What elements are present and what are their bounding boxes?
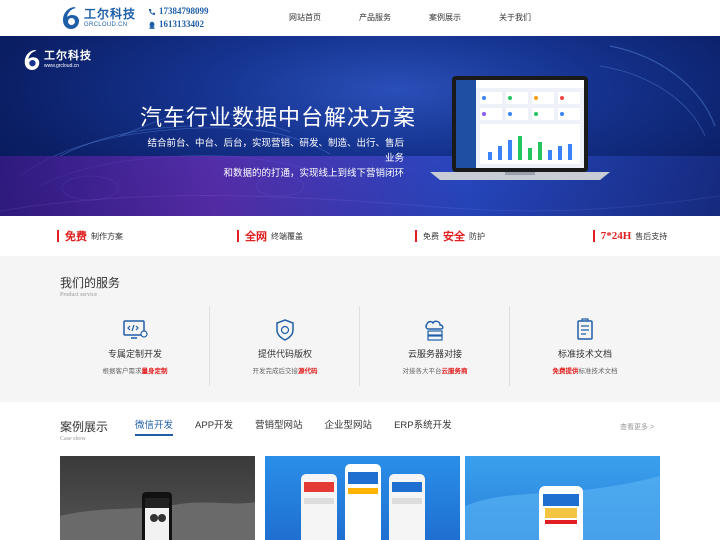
hero-banner[interactable]: 工尔科技 www.grcloud.cn 汽车行业数据中台解决方案 结合前台、中台… [0, 36, 720, 216]
top-header: 工尔科技 GRCLOUD.CN 17384798099 1613133402 网… [0, 0, 720, 36]
contact-phones: 17384798099 1613133402 [148, 5, 209, 31]
service-desc-highlight: 量身定制 [141, 368, 168, 375]
cases-tabs: 微信开发 APP开发 营销型网站 企业型网站 ERP系统开发 [135, 420, 474, 438]
service-desc-highlight: 云服务商 [441, 368, 468, 375]
logo-name: 工尔科技 [84, 7, 137, 21]
service-name: 标准技术文档 [557, 349, 612, 359]
feature-strip: 免费 制作方案 全网 终端覆盖 免费 安全 防护 7*24H 售后支持 [0, 216, 720, 256]
cases-subtitle: Case show [60, 436, 86, 442]
cases-section: 案例展示 Case show 微信开发 APP开发 营销型网站 企业型网站 ER… [0, 402, 720, 540]
main-nav: 网站首页 产品服务 案例展示 关于我们 [270, 0, 550, 36]
shield-copyright-icon [276, 319, 294, 341]
service-desc-text: 标准技术文档 [578, 368, 618, 375]
service-desc: 对接各大平台云服务商 [360, 365, 510, 375]
feature-free-plan: 免费 制作方案 [0, 216, 180, 256]
feature-text: 防护 [469, 231, 485, 241]
banner-logo-mark-icon [24, 50, 40, 70]
tab-marketing-site[interactable]: 营销型网站 [255, 420, 303, 438]
services-section: 我们的服务 Product service 专属定制开发 根据客户需求量身定制 … [0, 256, 720, 402]
banner-logo-name: 工尔科技 [44, 50, 92, 62]
laptop-dashboard-image [430, 76, 610, 180]
case-image-promo [465, 476, 660, 540]
case-image-phone [60, 492, 255, 540]
service-item-docs[interactable]: 标准技术文档 免费提供标准技术文档 [510, 306, 660, 386]
phone-number-1[interactable]: 17384798099 [159, 5, 209, 18]
service-item-cloud[interactable]: 云服务器对接 对接各大平台云服务商 [360, 306, 510, 386]
code-monitor-icon [123, 320, 148, 339]
banner-logo: 工尔科技 www.grcloud.cn [22, 48, 92, 72]
nav-about[interactable]: 关于我们 [480, 0, 550, 36]
feature-bar [415, 230, 417, 242]
feature-bar [237, 230, 239, 242]
feature-text: 制作方案 [91, 231, 123, 241]
service-desc-text: 对接各大平台 [402, 368, 442, 375]
service-name: 云服务器对接 [407, 349, 462, 359]
service-item-source-code[interactable]: 提供代码版权 开发完成后交接源代码 [210, 306, 360, 386]
services-title: 我们的服务 [60, 276, 121, 290]
feature-highlight: 7*24H [600, 230, 632, 242]
feature-bar [57, 230, 59, 242]
service-desc-text: 开发完成后交接 [252, 368, 299, 375]
feature-network: 全网 终端覆盖 [180, 216, 360, 256]
qq-icon [149, 21, 155, 29]
feature-support: 7*24H 售后支持 [540, 216, 720, 256]
nav-products[interactable]: 产品服务 [340, 0, 410, 36]
services-list: 专属定制开发 根据客户需求量身定制 提供代码版权 开发完成后交接源代码 云服务器… [60, 306, 660, 386]
feature-text: 售后支持 [635, 231, 668, 241]
service-desc: 根据客户需求量身定制 [60, 365, 210, 375]
service-desc: 免费提供标准技术文档 [510, 365, 660, 375]
view-more-link[interactable]: 查看更多 > [620, 422, 654, 432]
cases-title: 案例展示 [60, 420, 109, 434]
feature-highlight: 全网 [245, 231, 267, 243]
banner-subtitle-line-1: 结合前台、中台、后台，实现营销、研发、制造、出行、售后业务 [147, 138, 404, 164]
feature-security: 免费 安全 防护 [360, 216, 540, 256]
document-icon [577, 318, 593, 340]
nav-cases[interactable]: 案例展示 [410, 0, 480, 36]
banner-logo-domain: www.grcloud.cn [44, 63, 80, 69]
banner-subtitle-line-2: 和数据的的打通，实现线上到线下营销闭环 [223, 168, 404, 179]
phone-icon [149, 8, 155, 15]
services-subtitle: Product service [60, 292, 98, 298]
nav-home[interactable]: 网站首页 [270, 0, 340, 36]
service-desc: 开发完成后交接源代码 [210, 365, 360, 375]
banner-title: 汽车行业数据中台解决方案 [140, 105, 417, 130]
service-item-custom-dev[interactable]: 专属定制开发 根据客户需求量身定制 [60, 306, 210, 386]
feature-bar [592, 230, 595, 242]
case-image-phones [301, 464, 425, 540]
feature-highlight: 安全 [443, 231, 465, 243]
feature-prefix: 免费 [423, 231, 439, 241]
logo-mark-icon [63, 7, 79, 29]
tab-wechat[interactable]: 微信开发 [135, 420, 174, 438]
logo-domain: GRCLOUD.CN [84, 22, 128, 28]
feature-text: 终端覆盖 [271, 231, 303, 241]
case-card[interactable] [465, 456, 660, 540]
tab-enterprise-site[interactable]: 企业型网站 [325, 420, 373, 438]
service-desc-highlight: 免费提供 [552, 368, 579, 375]
service-desc-text: 根据客户需求 [102, 368, 142, 375]
banner-subtitle: 结合前台、中台、后台，实现营销、研发、制造、出行、售后业务 和数据的的打通，实现… [140, 136, 404, 181]
service-name: 提供代码版权 [257, 349, 312, 359]
tab-erp[interactable]: ERP系统开发 [394, 420, 452, 438]
site-logo[interactable]: 工尔科技 GRCLOUD.CN [60, 4, 136, 32]
tab-app[interactable]: APP开发 [195, 420, 233, 438]
feature-highlight: 免费 [65, 231, 87, 243]
qq-number[interactable]: 1613133402 [159, 18, 204, 31]
case-card[interactable] [265, 456, 460, 540]
service-desc-highlight: 源代码 [298, 368, 318, 375]
cloud-server-icon [425, 320, 444, 341]
case-card[interactable] [60, 456, 255, 540]
service-name: 专属定制开发 [107, 349, 162, 359]
